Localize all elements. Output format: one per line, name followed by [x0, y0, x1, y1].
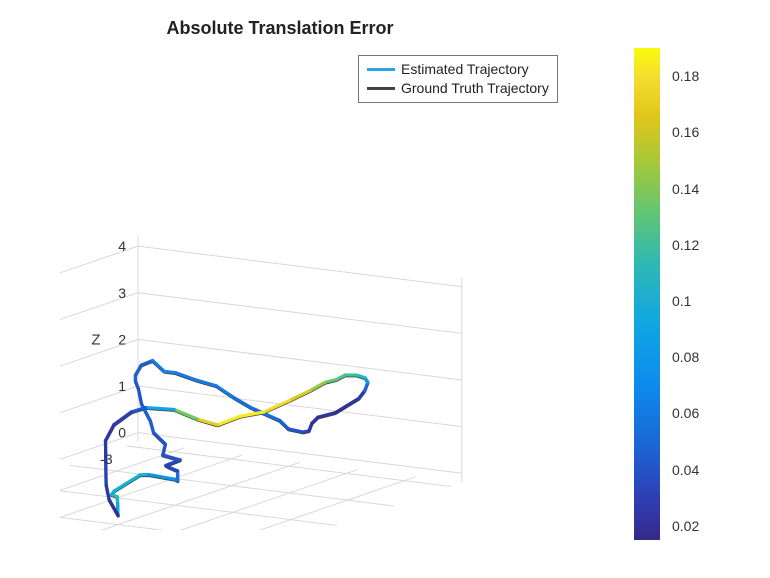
- colorbar-tick: 0.18: [672, 68, 699, 84]
- colorbar-tick: 0.02: [672, 518, 699, 534]
- colorbar: 0.02 0.04 0.06 0.08 0.1 0.12 0.14 0.16 0.18: [634, 48, 754, 540]
- ground-truth-trajectory: [106, 361, 368, 516]
- axes3d: -2-1012-3-2-10101234XYZ: [60, 50, 590, 530]
- legend: Estimated Trajectory Ground Truth Trajec…: [358, 55, 558, 103]
- figure: Absolute Translation Error -2-1012-3-2-1…: [0, 0, 770, 578]
- colorbar-tick: 0.08: [672, 349, 699, 365]
- svg-text:2: 2: [118, 331, 126, 347]
- legend-label-estimated: Estimated Trajectory: [401, 60, 529, 79]
- legend-item-groundtruth: Ground Truth Trajectory: [367, 79, 549, 98]
- colorbar-gradient: [634, 48, 660, 540]
- tick-labels: -2-1012-3-2-10101234XYZ: [60, 238, 170, 530]
- legend-label-groundtruth: Ground Truth Trajectory: [401, 79, 549, 98]
- colorbar-tick: 0.16: [672, 124, 699, 140]
- svg-text:-3: -3: [100, 451, 113, 467]
- colorbar-tick: 0.14: [672, 181, 699, 197]
- colorbar-tick: 0.04: [672, 462, 699, 478]
- colorbar-tick: 0.12: [672, 237, 699, 253]
- svg-text:Z: Z: [91, 331, 100, 348]
- svg-text:3: 3: [118, 285, 126, 301]
- chart-title: Absolute Translation Error: [0, 18, 560, 39]
- svg-text:1: 1: [118, 378, 126, 394]
- legend-swatch-groundtruth: [367, 87, 395, 90]
- axes-svg: -2-1012-3-2-10101234XYZ: [60, 50, 590, 530]
- colorbar-tick: 0.06: [672, 405, 699, 421]
- svg-text:0: 0: [118, 425, 126, 441]
- svg-text:4: 4: [118, 238, 126, 254]
- colorbar-tick: 0.1: [672, 293, 691, 309]
- legend-swatch-estimated: [367, 68, 395, 71]
- legend-item-estimated: Estimated Trajectory: [367, 60, 549, 79]
